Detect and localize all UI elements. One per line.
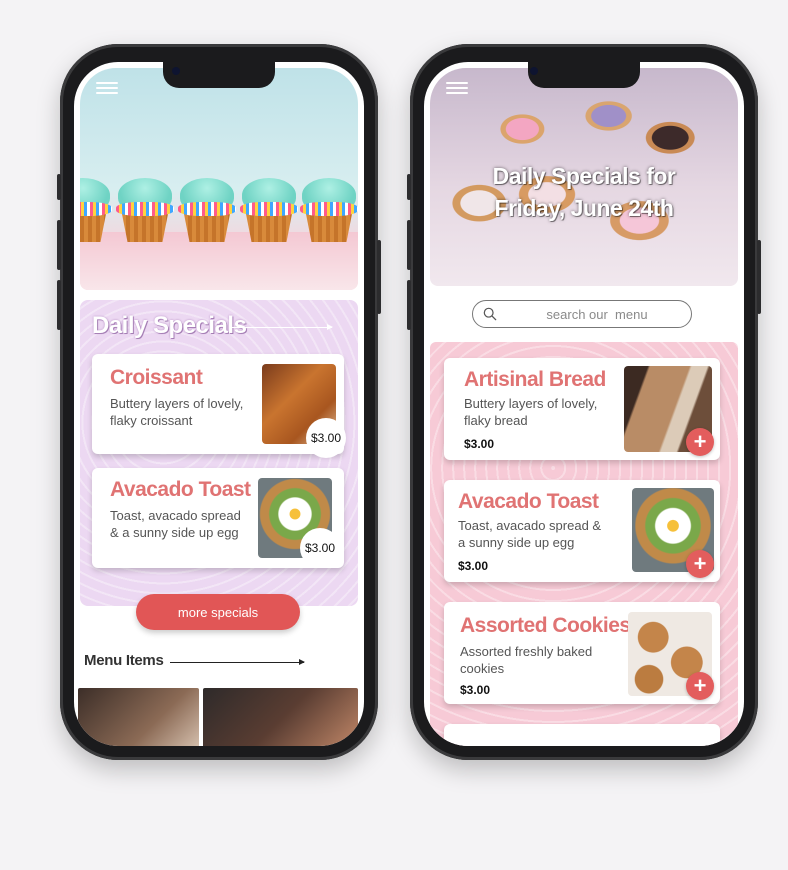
camera — [172, 67, 180, 75]
more-specials-button[interactable]: more specials — [136, 594, 300, 630]
hero-title-line-2: Friday, June 24th — [494, 195, 674, 221]
hero-title: Daily Specials for Friday, June 24th — [430, 160, 738, 224]
price-badge: $3.00 — [306, 418, 346, 458]
notch — [528, 62, 640, 88]
item-description: Toast, avacado spread & a sunny side up … — [458, 518, 602, 550]
menu-card-partial[interactable] — [444, 724, 720, 746]
item-description: Assorted freshly baked cookies — [460, 644, 593, 676]
add-to-cart-button[interactable]: + — [686, 672, 714, 700]
special-card-avocado-toast[interactable]: Avacado Toast Toast, avacado spread & a … — [92, 468, 344, 568]
power-button — [757, 240, 761, 314]
cupcake-image — [116, 178, 174, 242]
search-icon — [483, 307, 497, 321]
notch — [163, 62, 275, 88]
volume-down-button — [407, 280, 411, 330]
item-name: Assorted Cookies — [460, 614, 631, 637]
screen-left: Daily Specials Croissant Buttery layers … — [74, 62, 364, 746]
item-name: Avacado Toast — [458, 490, 599, 513]
volume-up-button — [407, 220, 411, 270]
menu-thumbnail-donuts[interactable] — [203, 688, 358, 746]
item-price: $3.00 — [458, 559, 489, 573]
hero-title-line-1: Daily Specials for — [492, 163, 676, 189]
menu-thumbnail-latte[interactable] — [78, 688, 199, 746]
daily-specials-title: Daily Specials — [92, 312, 247, 339]
mute-switch — [407, 174, 411, 200]
item-description: Buttery layers of lovely, flaky bread — [464, 396, 598, 428]
menu-card-assorted-cookies[interactable]: Assorted Cookies Assorted freshly baked … — [444, 602, 720, 704]
camera — [530, 67, 538, 75]
search-input[interactable] — [473, 301, 691, 327]
cupcake-image — [240, 178, 298, 242]
menu-card-avocado-toast[interactable]: Avacado Toast Toast, avacado spread & a … — [444, 480, 720, 582]
search-bar[interactable] — [472, 300, 692, 328]
item-name: Avacado Toast — [110, 478, 251, 501]
menu-items-title: Menu Items — [84, 652, 164, 669]
title-arrow-line — [232, 324, 333, 330]
item-description: Toast, avacado spread & a sunny side up … — [110, 508, 241, 540]
add-to-cart-button[interactable]: + — [686, 428, 714, 456]
cupcake-image — [178, 178, 236, 242]
hero-image-donuts: Daily Specials for Friday, June 24th — [430, 68, 738, 286]
special-card-croissant[interactable]: Croissant Buttery layers of lovely, flak… — [92, 354, 346, 458]
item-name: Artisinal Bread — [464, 368, 606, 391]
volume-down-button — [57, 280, 61, 330]
cupcake-image — [300, 178, 358, 242]
menu-card-artisinal-bread[interactable]: Artisinal Bread Buttery layers of lovely… — [444, 358, 720, 460]
menu-arrow-line — [170, 659, 305, 665]
add-to-cart-button[interactable]: + — [686, 550, 714, 578]
mute-switch — [57, 174, 61, 200]
menu-hamburger-icon[interactable] — [446, 82, 468, 96]
menu-list-panel: Artisinal Bread Buttery layers of lovely… — [430, 342, 738, 746]
price-badge: $3.00 — [300, 528, 340, 568]
item-description: Buttery layers of lovely, flaky croissan… — [110, 396, 244, 428]
hero-image-cupcakes — [80, 68, 358, 290]
daily-specials-panel: Daily Specials Croissant Buttery layers … — [80, 300, 358, 606]
phone-right: Daily Specials for Friday, June 24th Art… — [407, 44, 761, 760]
power-button — [377, 240, 381, 314]
screen-right: Daily Specials for Friday, June 24th Art… — [424, 62, 744, 746]
item-name: Croissant — [110, 366, 203, 389]
cupcake-image — [80, 178, 112, 242]
menu-hamburger-icon[interactable] — [96, 82, 118, 96]
item-price: $3.00 — [464, 437, 495, 451]
volume-up-button — [57, 220, 61, 270]
phone-left: Daily Specials Croissant Buttery layers … — [57, 44, 381, 760]
item-price: $3.00 — [460, 683, 491, 697]
